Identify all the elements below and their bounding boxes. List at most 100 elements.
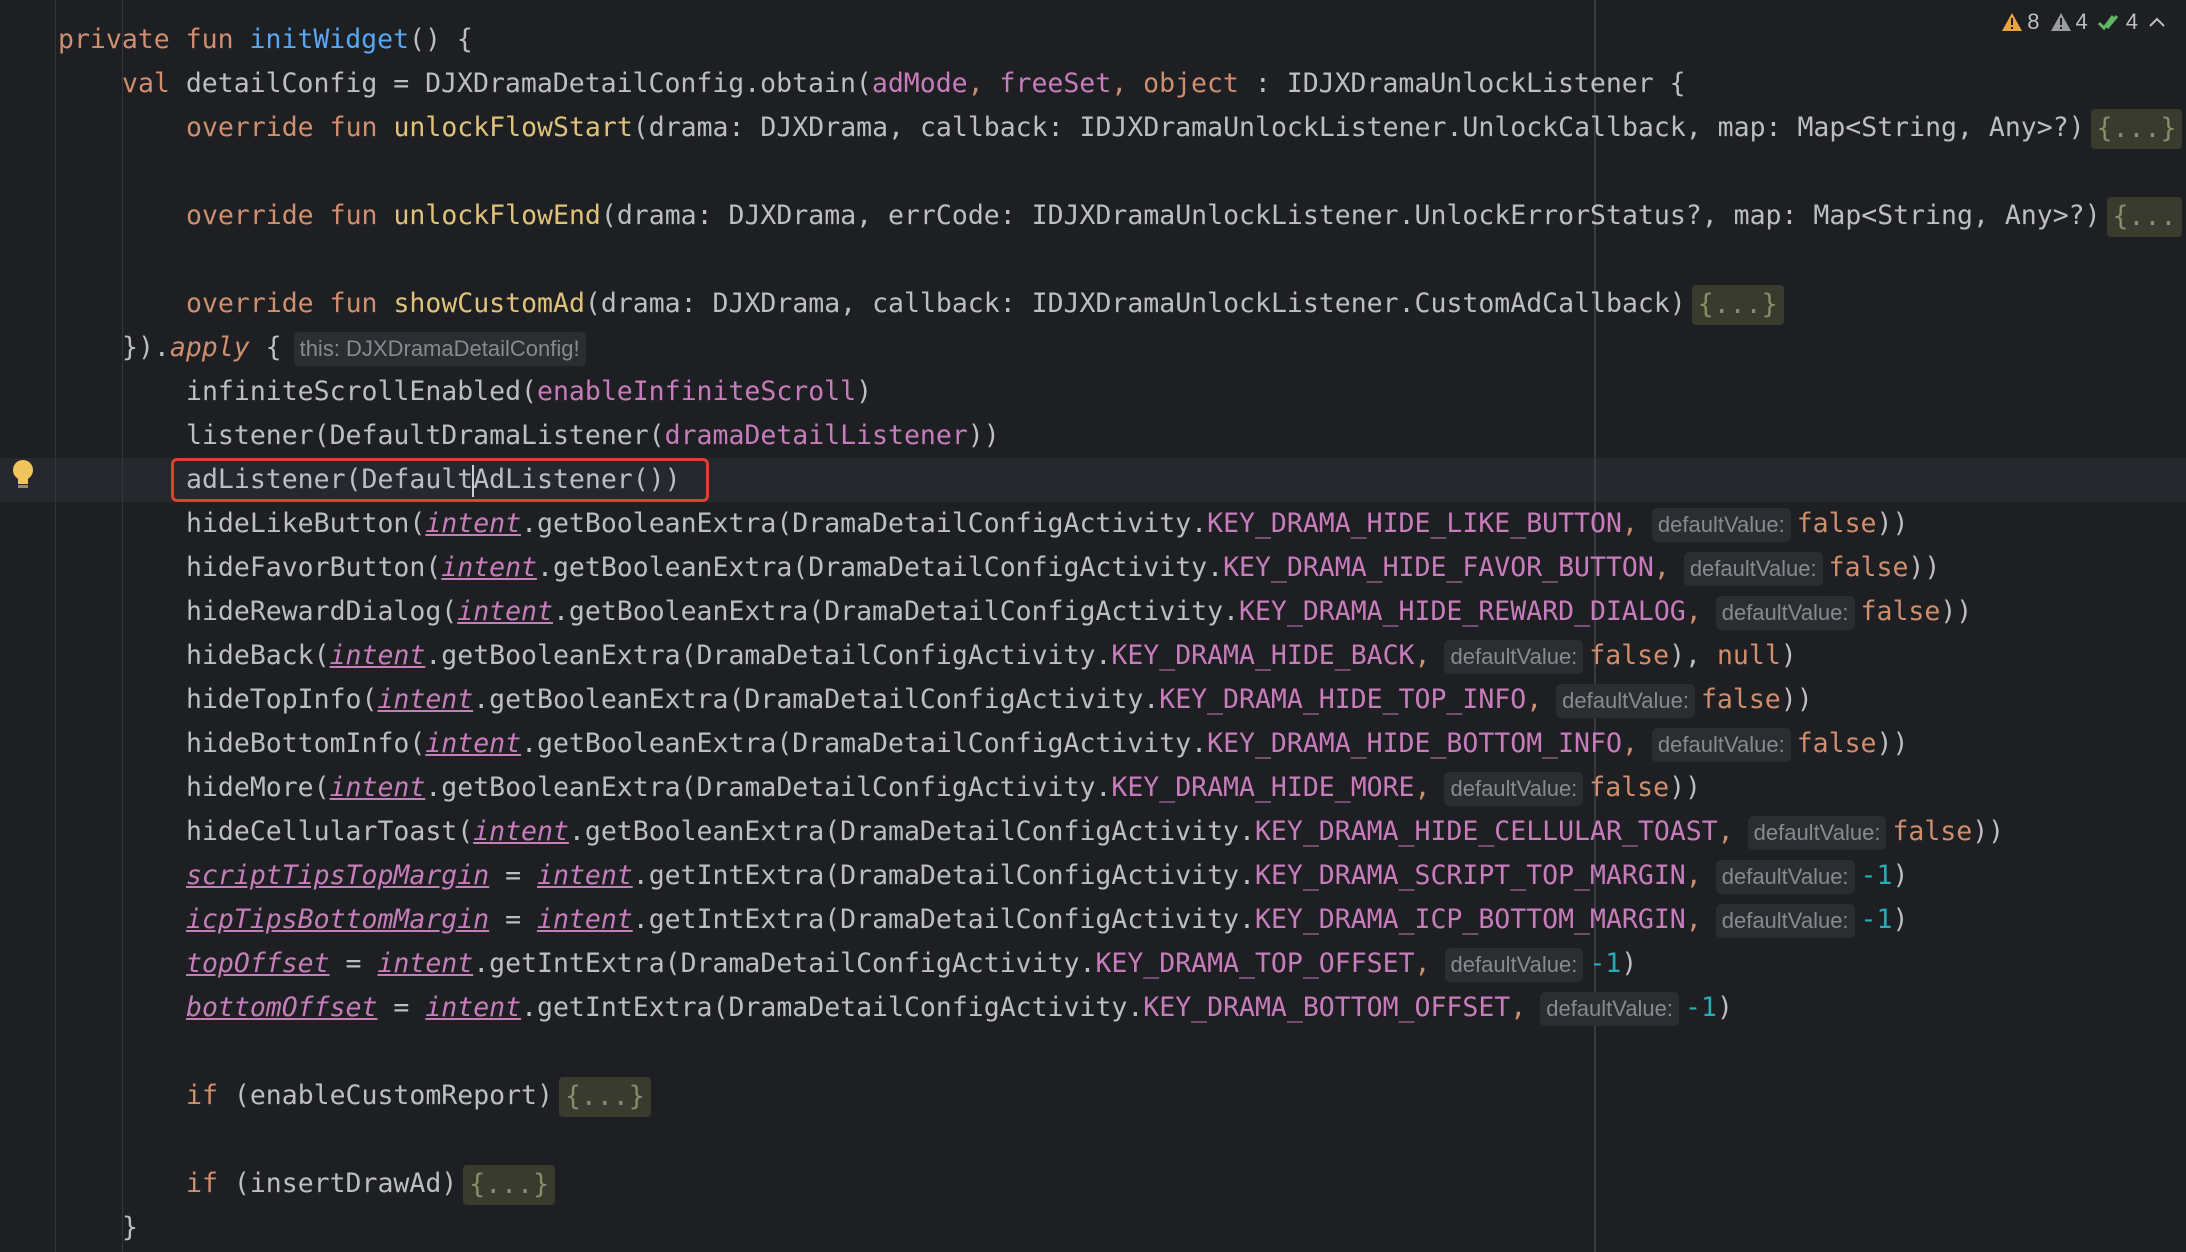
code-text: .getBooleanExtra(DramaDetailConfigActivi… — [521, 508, 1208, 539]
code-line-3[interactable]: override fun unlockFlowStart(drama: DJXD… — [186, 106, 2183, 150]
code-text: )) — [1972, 816, 2005, 847]
folded-code-block[interactable]: {...} — [2090, 108, 2183, 149]
code-text: (insertDrawAd) — [217, 1168, 458, 1199]
code-line-28[interactable]: } — [122, 1206, 138, 1250]
property-ref: intent — [537, 860, 633, 891]
code-text: .getBooleanExtra(DramaDetailConfigActivi… — [552, 596, 1240, 627]
code-line-1[interactable]: private fun initWidget() { — [58, 18, 473, 62]
code-text: , — [1111, 68, 1144, 99]
warning-count-label: 4 — [2075, 9, 2088, 34]
inlay-param-hint: defaultValue: — [1715, 903, 1855, 938]
boolean-literal: false — [1700, 684, 1781, 715]
code-line-12[interactable]: hideLikeButton(intent.getBooleanExtra(Dr… — [186, 502, 1908, 546]
code-line-2[interactable]: val detailConfig = DJXDramaDetailConfig.… — [122, 62, 1686, 106]
code-text: )) — [1669, 772, 1701, 803]
chevron-up-icon[interactable] — [2148, 16, 2166, 28]
indent-guide — [55, 0, 56, 1252]
property-ref: intent — [457, 596, 553, 627]
code-line-5[interactable]: override fun unlockFlowEnd(drama: DJXDra… — [186, 194, 2183, 238]
code-line-20[interactable]: scriptTipsTopMargin = intent.getIntExtra… — [186, 854, 1908, 898]
keyword: override — [186, 112, 314, 143]
code-line-14[interactable]: hideRewardDialog(intent.getBooleanExtra(… — [186, 590, 1972, 634]
code-line-22[interactable]: topOffset = intent.getIntExtra(DramaDeta… — [186, 942, 1637, 986]
warning-icon — [2002, 13, 2023, 31]
inlay-type-hint: this: DJXDramaDetailConfig! — [293, 331, 586, 366]
folded-code-block[interactable]: {...} — [463, 1164, 556, 1205]
code-text: hideBottomInfo( — [186, 728, 426, 759]
boolean-literal: false — [1796, 728, 1877, 759]
code-text: (drama: DJXDrama, callback: IDJXDramaUnl… — [632, 112, 2085, 143]
constant-ref: KEY_DRAMA_BOTTOM_OFFSET — [1143, 992, 1511, 1023]
boolean-literal: false — [1796, 508, 1877, 539]
code-text: , — [1685, 860, 1702, 891]
code-text: )) — [1876, 728, 1909, 759]
code-text: hideRewardDialog( — [186, 596, 458, 627]
function-name: showCustomAd — [393, 288, 585, 319]
code-line-27[interactable]: if (insertDrawAd) {...} — [186, 1162, 556, 1206]
code-line-25[interactable]: if (enableCustomReport) {...} — [186, 1074, 651, 1118]
inlay-param-hint: defaultValue: — [1444, 947, 1584, 982]
folded-code-block[interactable]: {...} — [1691, 284, 1784, 325]
code-text: hideTopInfo( — [186, 684, 378, 715]
code-line-17[interactable]: hideBottomInfo(intent.getBooleanExtra(Dr… — [186, 722, 1908, 766]
number-literal: -1 — [1589, 948, 1622, 979]
code-text: infiniteScrollEnabled( — [186, 376, 537, 407]
constant-ref: KEY_DRAMA_HIDE_REWARD_DIALOG — [1239, 596, 1686, 627]
code-text: }). — [122, 332, 170, 363]
function-name: unlockFlowStart — [393, 112, 633, 143]
code-line-18[interactable]: hideMore(intent.getBooleanExtra(DramaDet… — [186, 766, 1701, 810]
error-count-label: 8 — [2027, 9, 2040, 34]
code-text: (enableCustomReport) — [217, 1080, 553, 1111]
code-text: , — [1526, 684, 1543, 715]
folded-code-block[interactable]: {...} — [558, 1076, 651, 1117]
keyword: if — [186, 1168, 218, 1199]
param-ref: dramaDetailListener — [664, 420, 968, 451]
code-line-21[interactable]: icpTipsBottomMargin = intent.getIntExtra… — [186, 898, 1908, 942]
inlay-param-hint: defaultValue: — [1540, 991, 1680, 1026]
param-ref: enableInfiniteScroll — [537, 376, 857, 407]
code-text: , — [1414, 948, 1431, 979]
code-line-8[interactable]: }).apply {this: DJXDramaDetailConfig! — [122, 326, 592, 370]
inlay-param-hint: defaultValue: — [1444, 639, 1584, 674]
error-count[interactable]: 8 — [2001, 9, 2040, 35]
function-name: initWidget — [249, 24, 410, 55]
code-line-7[interactable]: override fun showCustomAd(drama: DJXDram… — [186, 282, 1784, 326]
code-editor[interactable]: 8 4 4 private fun initWidget() { val det… — [0, 0, 2186, 1252]
constant-ref: KEY_DRAMA_ICP_BOTTOM_MARGIN — [1254, 904, 1686, 935]
code-line-23[interactable]: bottomOffset = intent.getIntExtra(DramaD… — [186, 986, 1733, 1030]
code-line-15[interactable]: hideBack(intent.getBooleanExtra(DramaDet… — [186, 634, 1797, 678]
code-line-16[interactable]: hideTopInfo(intent.getBooleanExtra(Drama… — [186, 678, 1813, 722]
keyword: fun — [329, 288, 378, 319]
folded-code-block[interactable]: {... — [2106, 196, 2183, 237]
property-ref: intent — [377, 684, 474, 715]
property-ref: scriptTipsTopMargin — [186, 860, 490, 891]
boolean-literal: false — [1892, 816, 1973, 847]
code-line-19[interactable]: hideCellularToast(intent.getBooleanExtra… — [186, 810, 2004, 854]
code-text: hideBack( — [186, 640, 330, 671]
keyword: override — [186, 288, 314, 319]
inspection-status[interactable]: 8 4 4 — [2001, 6, 2166, 38]
code-line-9[interactable]: infiniteScrollEnabled(enableInfiniteScro… — [186, 370, 872, 414]
code-text: )) — [1940, 596, 1973, 627]
code-text: = — [489, 904, 538, 935]
null-literal: null — [1716, 640, 1781, 671]
code-text: .getBooleanExtra(DramaDetailConfigActivi… — [568, 816, 1255, 847]
code-text: ) — [1716, 992, 1733, 1023]
property-ref: intent — [473, 816, 569, 847]
code-line-10[interactable]: listener(DefaultDramaListener(dramaDetai… — [186, 414, 1000, 458]
code-text: )) — [1780, 684, 1813, 715]
constant-ref: KEY_DRAMA_HIDE_CELLULAR_TOAST — [1254, 816, 1718, 847]
lightbulb-icon[interactable] — [10, 458, 36, 494]
double-check-icon — [2097, 15, 2118, 31]
code-text: ) — [1892, 904, 1909, 935]
ok-count-label: 4 — [2125, 9, 2138, 34]
code-text: , — [1653, 552, 1670, 583]
keyword: if — [186, 1080, 218, 1111]
code-text: .getIntExtra(DramaDetailConfigActivity. — [632, 904, 1255, 935]
ok-count[interactable]: 4 — [2097, 9, 2138, 35]
constant-ref: KEY_DRAMA_TOP_OFFSET — [1095, 948, 1415, 979]
inlay-param-hint: defaultValue: — [1444, 771, 1584, 806]
warning-count[interactable]: 4 — [2050, 9, 2088, 35]
code-line-13[interactable]: hideFavorButton(intent.getBooleanExtra(D… — [186, 546, 1940, 590]
function-name: apply — [169, 332, 250, 363]
